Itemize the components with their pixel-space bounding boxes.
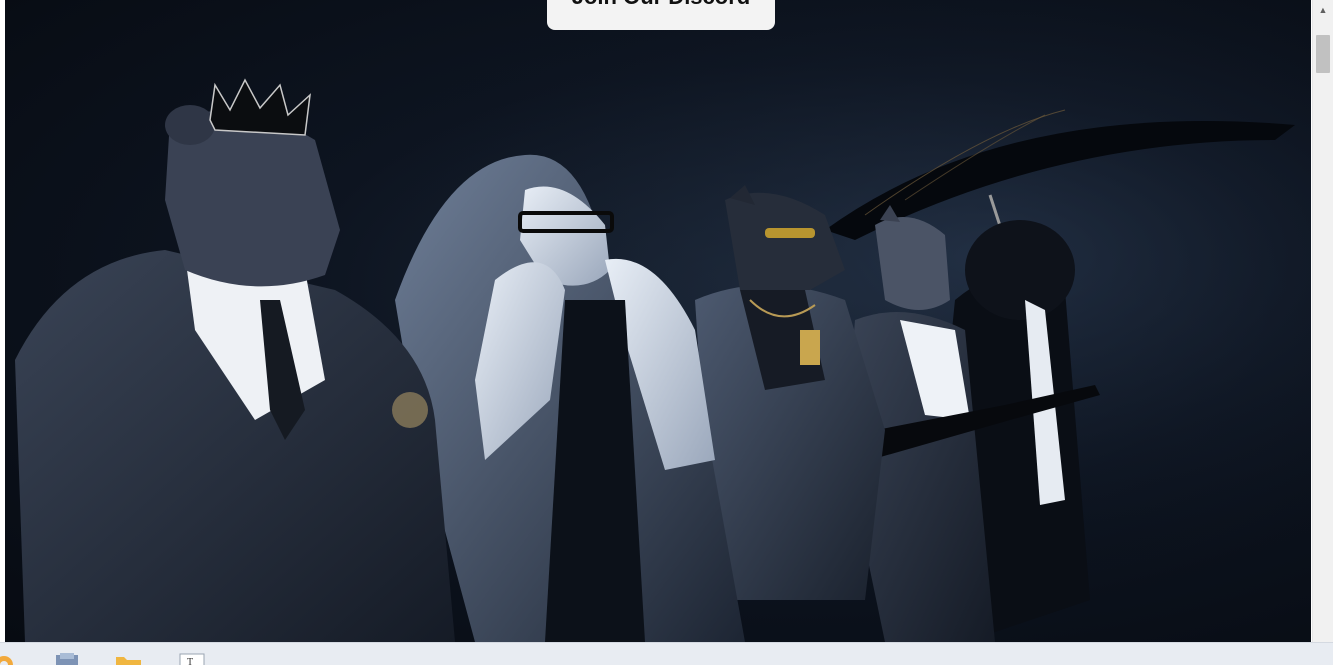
join-discord-button[interactable]: Join Our Discord (547, 0, 775, 30)
vertical-scrollbar[interactable]: ▲ (1312, 0, 1333, 642)
os-taskbar: T (0, 642, 1333, 665)
browser-viewport: Join Our Discord ▲ (0, 0, 1333, 642)
scroll-thumb[interactable] (1316, 35, 1330, 73)
svg-text:T: T (187, 657, 193, 665)
character-lineup-illustration (5, 0, 1311, 642)
hero-banner: Join Our Discord (5, 0, 1311, 642)
folder-icon[interactable] (114, 651, 142, 665)
text-editor-icon[interactable]: T (178, 651, 206, 665)
browser-icon[interactable] (0, 651, 22, 665)
file-explorer-icon[interactable] (52, 651, 80, 665)
scroll-up-arrow-icon[interactable]: ▲ (1313, 0, 1333, 20)
